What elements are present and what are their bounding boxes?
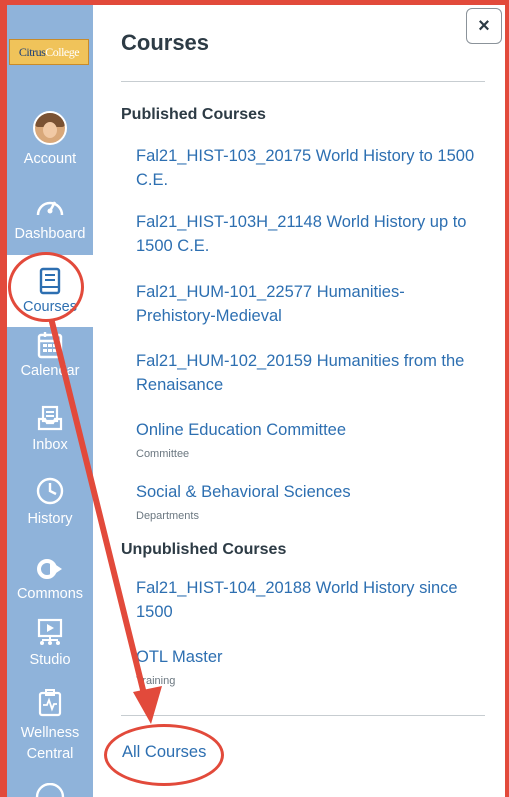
divider-bottom [121, 715, 485, 716]
annotation-frame-left [0, 0, 7, 797]
nav-account-label: Account [23, 151, 77, 167]
divider-top [121, 81, 485, 82]
course-link[interactable]: OTL Master [136, 645, 481, 669]
nav-commons[interactable]: Commons [7, 558, 93, 602]
courses-icon [38, 267, 62, 295]
course-link[interactable]: Fal21_HIST-103H_21148 World History up t… [136, 210, 481, 258]
calendar-icon [37, 331, 63, 359]
avatar [33, 111, 67, 145]
commons-icon [36, 558, 64, 580]
nav-commons-label: Commons [16, 586, 84, 602]
published-courses-heading: Published Courses [121, 106, 266, 123]
course-term-label: Training [136, 675, 176, 687]
nav-studio-label: Studio [29, 652, 71, 668]
nav-account[interactable]: Account [7, 111, 93, 167]
logo-text-citrus: Citrus [18, 44, 46, 59]
annotation-frame-right [505, 0, 509, 797]
nav-calendar-label: Calendar [20, 363, 80, 379]
wellness-clipboard-icon [38, 689, 62, 717]
dashboard-icon [35, 193, 65, 219]
course-link[interactable]: Fal21_HUM-102_20159 Humanities from the … [136, 349, 481, 397]
nav-wellness-central[interactable]: Wellness Central [7, 689, 93, 765]
nav-courses-label: Courses [23, 299, 77, 315]
nav-help[interactable] [7, 783, 93, 797]
close-icon: × [478, 14, 490, 37]
all-courses-link[interactable]: All Courses [122, 743, 206, 762]
global-nav: Citrus College Account Dashboard Courses … [7, 5, 93, 797]
nav-dashboard[interactable]: Dashboard [7, 193, 93, 242]
clock-icon [36, 477, 64, 505]
nav-inbox[interactable]: Inbox [7, 405, 93, 453]
tray-title: Courses [121, 30, 210, 55]
nav-history[interactable]: History [7, 477, 93, 527]
course-link[interactable]: Fal21_HIST-104_20188 World History since… [136, 576, 481, 624]
nav-inbox-label: Inbox [32, 437, 68, 453]
close-tray-button[interactable]: × [466, 8, 502, 44]
nav-courses[interactable]: Courses [7, 255, 93, 327]
course-link[interactable]: Fal21_HIST-103_20175 World History to 15… [136, 144, 481, 192]
course-link[interactable]: Online Education Committee [136, 418, 481, 442]
inbox-icon [37, 405, 63, 431]
nav-studio[interactable]: Studio [7, 618, 93, 668]
course-link[interactable]: Social & Behavioral Sciences [136, 480, 481, 504]
nav-wellness-label: Wellness Central [20, 725, 80, 762]
course-term-label: Committee [136, 448, 190, 460]
help-icon [35, 783, 65, 797]
nav-history-label: History [27, 511, 73, 527]
citrus-college-logo[interactable]: Citrus College [9, 39, 89, 65]
unpublished-courses-heading: Unpublished Courses [121, 541, 287, 558]
nav-dashboard-label: Dashboard [14, 226, 86, 242]
studio-icon [37, 618, 63, 646]
logo-text-college: College [45, 44, 80, 59]
course-link[interactable]: Fal21_HUM-101_22577 Humanities-Prehistor… [136, 280, 481, 328]
course-term-label: Departments [136, 510, 199, 522]
nav-calendar[interactable]: Calendar [7, 331, 93, 379]
